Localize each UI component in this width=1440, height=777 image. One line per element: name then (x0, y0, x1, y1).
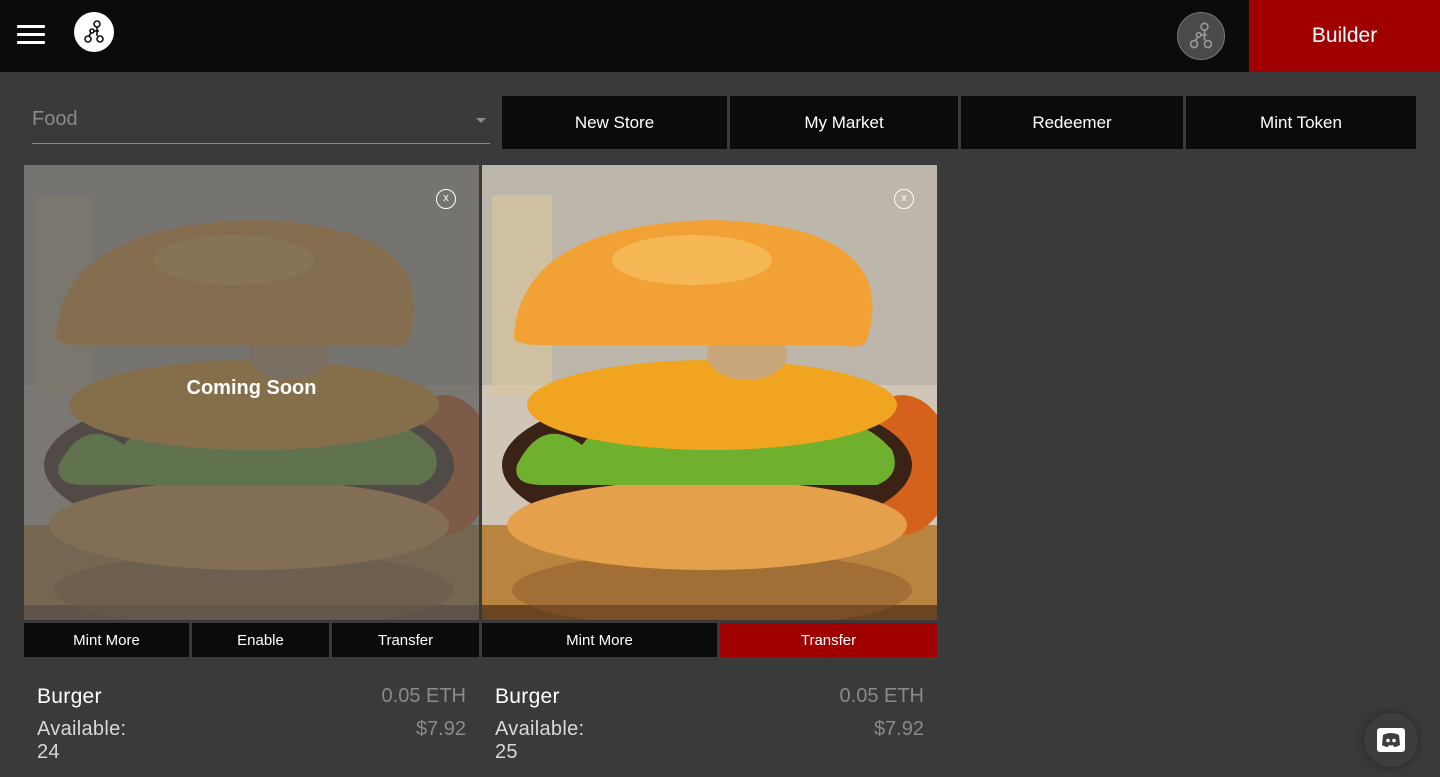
close-icon[interactable]: x (436, 189, 456, 209)
mint-token-button[interactable]: Mint Token (1186, 96, 1416, 149)
mint-more-button[interactable]: Mint More (24, 623, 189, 657)
price-usd: $7.92 (873, 718, 924, 740)
redeemer-button[interactable]: Redeemer (961, 96, 1183, 149)
price-eth: 0.05 ETH (381, 685, 466, 707)
profile-icon[interactable] (1177, 12, 1225, 60)
discord-icon[interactable] (1364, 713, 1418, 767)
top-bar: Builder (0, 0, 1440, 72)
product-image[interactable]: Coming Soon x (24, 165, 479, 620)
transfer-button[interactable]: Transfer (332, 623, 479, 657)
builder-button[interactable]: Builder (1249, 0, 1440, 72)
new-store-button[interactable]: New Store (502, 96, 727, 149)
mint-more-button[interactable]: Mint More (482, 623, 717, 657)
transfer-button[interactable]: Transfer (720, 623, 937, 657)
enable-button[interactable]: Enable (192, 623, 329, 657)
product-name: Burger (495, 685, 560, 708)
product-image[interactable]: x (482, 165, 937, 620)
product-name: Burger (37, 685, 102, 708)
my-market-button[interactable]: My Market (730, 96, 958, 149)
close-icon[interactable]: x (894, 189, 914, 209)
coming-soon-label: Coming Soon (186, 377, 317, 399)
menu-icon[interactable] (17, 25, 45, 45)
category-select[interactable]: Food (32, 100, 490, 144)
chevron-down-icon (476, 118, 486, 123)
category-select-value: Food (32, 108, 78, 130)
product-available: Available: 24 (37, 718, 127, 763)
product-available: Available: 25 (495, 718, 585, 763)
price-usd: $7.92 (415, 718, 466, 740)
price-eth: 0.05 ETH (839, 685, 924, 707)
app-logo-icon[interactable] (74, 12, 114, 52)
